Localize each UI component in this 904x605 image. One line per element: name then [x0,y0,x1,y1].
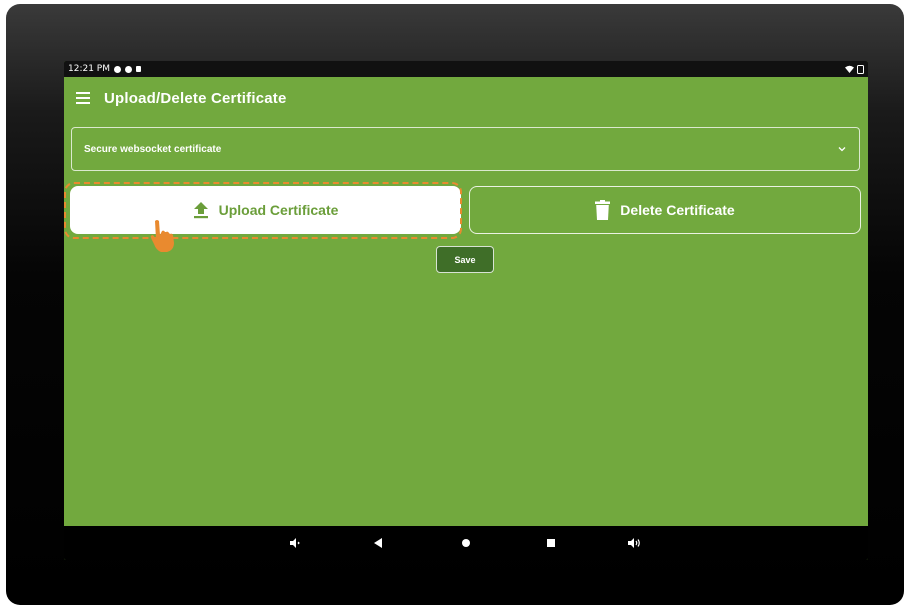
back-icon[interactable] [369,534,387,552]
wifi-icon [845,65,854,73]
trash-icon [595,200,611,220]
upload-icon [193,202,208,219]
save-button[interactable]: Save [436,246,494,273]
navigation-bar [64,526,868,560]
status-time: 12:21 PM [68,64,110,74]
volume-up-icon[interactable] [625,534,643,552]
delete-certificate-button[interactable]: Delete Certificate [469,186,861,234]
upload-certificate-button[interactable]: Upload Certificate [70,186,461,234]
certificate-type-dropdown[interactable]: Secure websocket certificate [71,127,860,171]
upload-button-label: Upload Certificate [218,202,339,218]
notification-icon [125,65,132,73]
notification-icon [114,65,121,73]
pointer-hand-icon [150,220,174,252]
app-bar: Upload/Delete Certificate [64,77,868,119]
delete-button-label: Delete Certificate [620,202,735,218]
page-title: Upload/Delete Certificate [104,89,287,107]
tablet-frame: 12:21 PM Upload/Delete Certificate Secur… [6,4,904,605]
tablet-screen: 12:21 PM Upload/Delete Certificate Secur… [64,61,868,560]
volume-down-icon[interactable] [286,534,304,552]
no-sim-icon [857,64,864,74]
home-icon[interactable] [457,534,475,552]
recents-icon[interactable] [542,534,560,552]
sd-card-icon [136,66,141,72]
dropdown-selected-value: Secure websocket certificate [84,143,222,155]
chevron-down-icon [838,146,846,153]
hamburger-menu-icon[interactable] [76,92,90,104]
status-bar: 12:21 PM [64,61,868,77]
